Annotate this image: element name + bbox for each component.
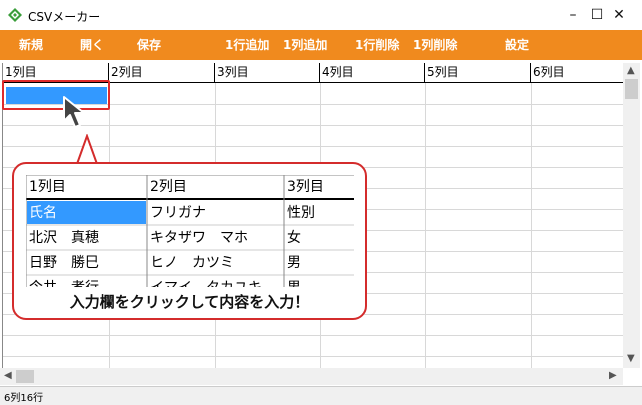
open-button[interactable]: 開く <box>80 30 104 60</box>
example-cell: キタザワ マホ <box>150 230 248 246</box>
title-bar: CSVメーカー – ☐ ✕ <box>0 0 642 30</box>
settings-button[interactable]: 設定 <box>505 30 529 60</box>
example-cell: ヒノ カツミ <box>150 255 234 271</box>
example-grid: 1列目 2列目 3列目 氏名 フリガナ 性別 北沢 真穂 キタザワ マホ 女 日… <box>26 175 354 287</box>
column-header-2[interactable]: 2列目 <box>109 63 215 82</box>
example-cell: 北沢 真穂 <box>29 230 99 246</box>
scroll-down-icon[interactable]: ▼ <box>627 353 635 364</box>
scroll-right-icon[interactable]: ▶ <box>609 370 617 381</box>
example-cell: イマイ タカユキ <box>148 276 283 287</box>
selected-cell-highlight <box>2 80 110 110</box>
example-cell: 女 <box>287 230 301 246</box>
scroll-left-icon[interactable]: ◀ <box>4 370 12 381</box>
scroll-up-icon[interactable]: ▲ <box>627 65 635 76</box>
grid-line <box>3 125 624 126</box>
add-row-button[interactable]: 1行追加 <box>225 30 269 60</box>
close-icon: ✕ <box>613 7 625 23</box>
example-header-2: 2列目 <box>150 179 187 195</box>
column-header-4[interactable]: 4列目 <box>320 63 425 82</box>
close-button[interactable]: ✕ <box>596 0 642 30</box>
add-column-button[interactable]: 1列追加 <box>283 30 327 60</box>
status-text: 6列16行 <box>4 393 44 404</box>
horizontal-scroll-thumb[interactable] <box>16 370 34 383</box>
example-cell: 日野 勝巳 <box>29 255 99 271</box>
callout-caption: 入力欄をクリックして内容を入力！ <box>69 293 310 311</box>
example-cell: 今井 孝行 <box>27 276 147 287</box>
delete-column-button[interactable]: 1列削除 <box>413 30 457 60</box>
column-header-6[interactable]: 6列目 <box>531 63 624 82</box>
delete-row-button[interactable]: 1行削除 <box>355 30 399 60</box>
window-title: CSVメーカー <box>28 10 101 24</box>
column-header-5[interactable]: 5列目 <box>425 63 531 82</box>
example-cell: 性別 <box>287 205 315 221</box>
vertical-scroll-thumb[interactable] <box>625 79 638 99</box>
vertical-scrollbar[interactable]: ▲ ▼ <box>623 63 640 368</box>
mouse-cursor-icon <box>63 96 85 128</box>
save-button[interactable]: 保存 <box>137 30 161 60</box>
column-header-3[interactable]: 3列目 <box>215 63 320 82</box>
example-header-1: 1列目 <box>29 179 66 195</box>
horizontal-scrollbar[interactable]: ◀ ▶ <box>0 368 623 385</box>
grid-line <box>3 356 624 357</box>
example-cell: 氏名 <box>29 205 57 221</box>
app-logo-icon <box>8 8 22 22</box>
example-cell: フリガナ <box>150 205 206 221</box>
grid-line <box>3 335 624 336</box>
toolbar: 新規 開く 保存 1行追加 1列追加 1行削除 1列削除 設定 <box>0 30 642 60</box>
example-cell: 男 <box>287 255 301 271</box>
example-header-3: 3列目 <box>287 179 324 195</box>
example-cell: 男 <box>285 276 354 287</box>
status-bar: 6列16行 <box>0 386 642 405</box>
new-button[interactable]: 新規 <box>19 30 43 60</box>
